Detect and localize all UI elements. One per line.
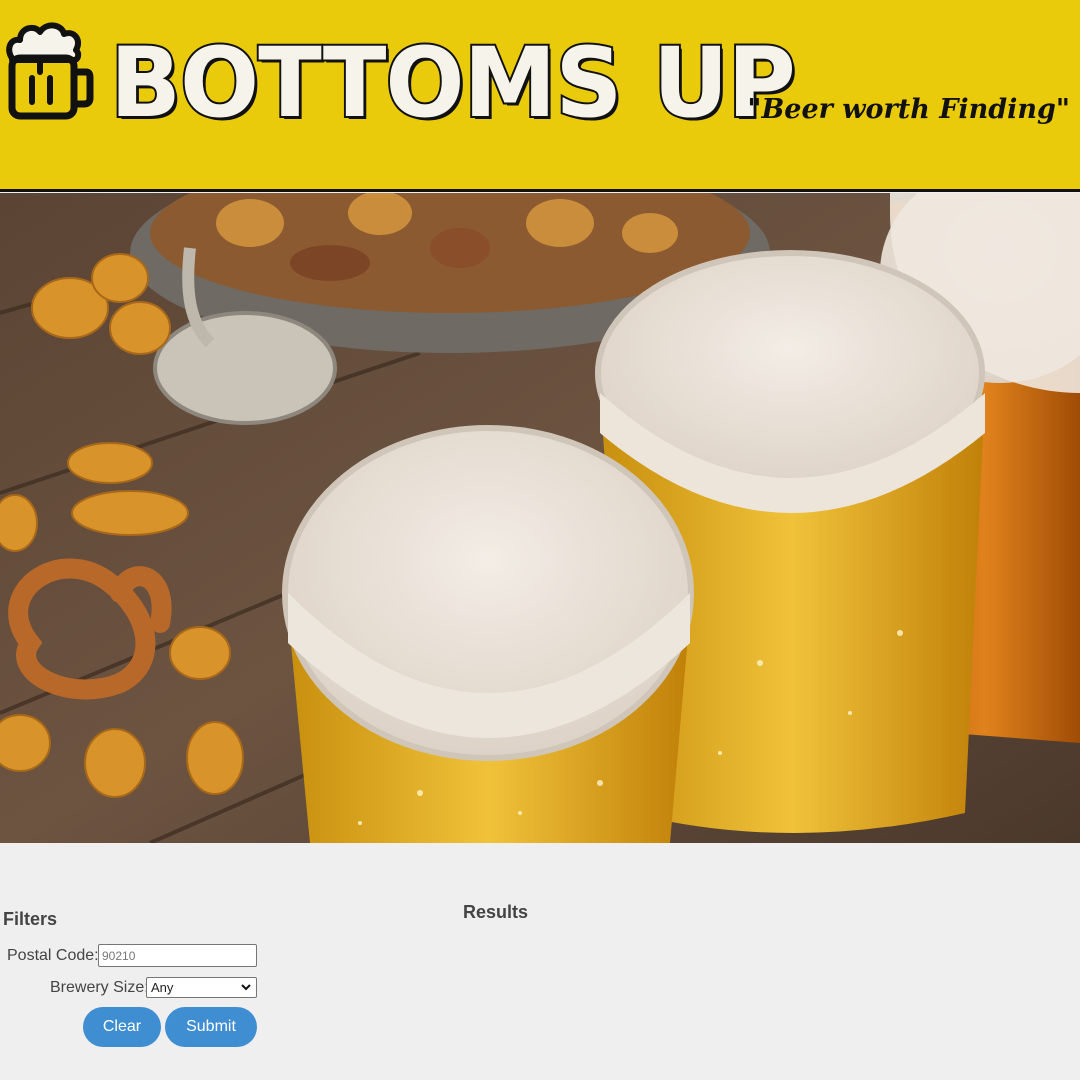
filters-heading: Filters [3, 909, 58, 929]
submit-button[interactable]: Submit [165, 1007, 257, 1047]
brewery-size-value: Any [151, 980, 174, 995]
postal-code-input[interactable] [98, 944, 257, 967]
beers-and-snacks-photo [0, 193, 1080, 843]
results-heading: Results [463, 902, 529, 922]
site-header: BOTTOMS UP "Beer worth Finding" [0, 0, 1080, 192]
beer-mug-icon [6, 22, 94, 120]
postal-code-label: Postal Code: [7, 947, 99, 964]
clear-button[interactable]: Clear [83, 1007, 161, 1047]
brewery-size-label: Brewery Size: [50, 979, 149, 996]
site-title: BOTTOMS UP [108, 26, 798, 140]
brewery-size-select[interactable]: Any [146, 977, 257, 998]
site-tagline: "Beer worth Finding" [747, 94, 1070, 125]
chevron-down-icon [241, 984, 251, 991]
